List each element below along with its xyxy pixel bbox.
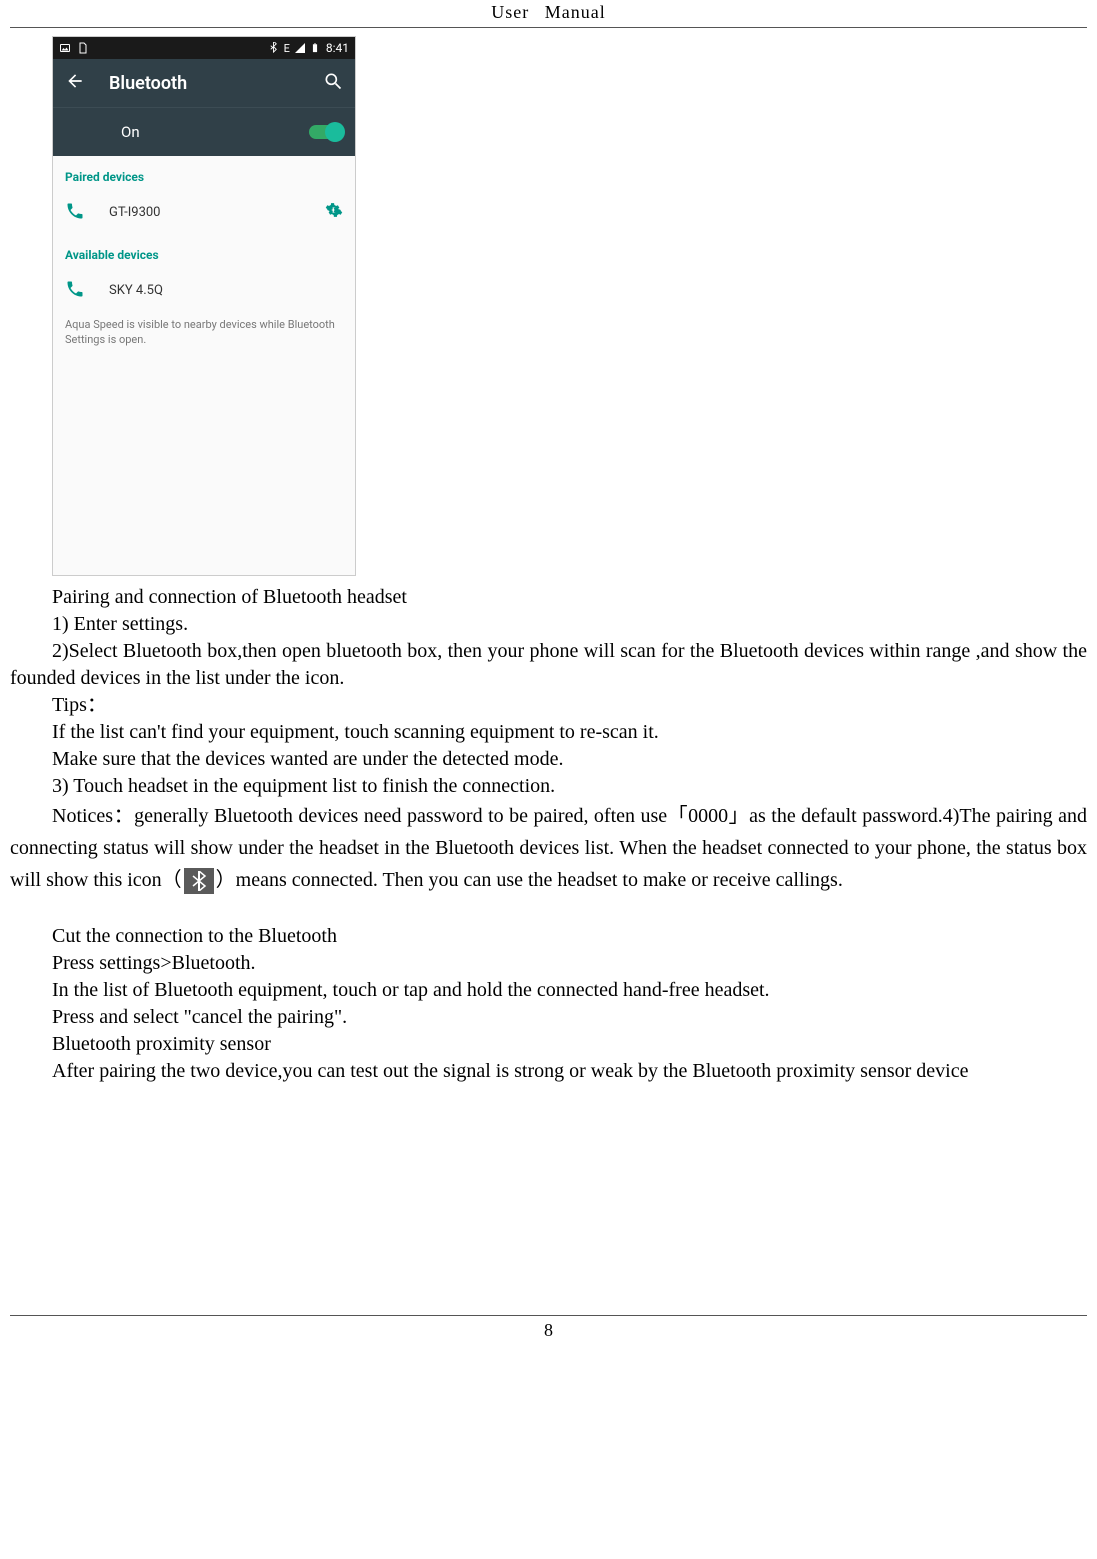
header-left: User	[491, 2, 529, 22]
page-header: User Manual	[10, 0, 1087, 28]
bluetooth-on-row[interactable]: On	[53, 107, 355, 156]
paragraph: Tips：	[10, 692, 1087, 719]
paragraph: 2)Select Bluetooth box,then open bluetoo…	[10, 638, 1087, 692]
paragraph: After pairing the two device,you can tes…	[10, 1058, 1087, 1085]
screen-title: Bluetooth	[109, 73, 323, 94]
gear-icon[interactable]	[325, 201, 343, 223]
body-text: Pairing and connection of Bluetooth head…	[10, 580, 1087, 1085]
device-name: SKY 4.5Q	[109, 283, 343, 298]
paired-devices-header: Paired devices	[53, 156, 355, 190]
available-device-row[interactable]: SKY 4.5Q	[53, 268, 355, 312]
paragraph: If the list can't find your equipment, t…	[10, 719, 1087, 746]
phone-icon	[65, 279, 87, 301]
app-bar: Bluetooth	[53, 59, 355, 107]
clock: 8:41	[326, 41, 349, 55]
search-icon[interactable]	[323, 71, 343, 96]
status-bar: E 8:41	[53, 37, 355, 59]
available-devices-header: Available devices	[53, 234, 355, 268]
page-footer: 8	[10, 1315, 1087, 1341]
bluetooth-icon	[268, 42, 280, 54]
screenshot-bluetooth-settings: E 8:41 Bluetooth On Paired dev	[52, 36, 356, 576]
device-name: GT-I9300	[109, 205, 325, 220]
battery-icon	[310, 42, 322, 54]
paragraph: 1) Enter settings.	[10, 611, 1087, 638]
bluetooth-toggle[interactable]	[309, 125, 343, 139]
paragraph	[10, 896, 1087, 923]
paragraph: 3) Touch headset in the equipment list t…	[10, 773, 1087, 800]
paragraph: Bluetooth proximity sensor	[10, 1031, 1087, 1058]
paragraph: Press and select "cancel the pairing".	[10, 1004, 1087, 1031]
page-number: 8	[544, 1320, 553, 1340]
paragraph: Make sure that the devices wanted are un…	[10, 746, 1087, 773]
header-right: Manual	[545, 2, 606, 22]
image-icon	[59, 42, 71, 54]
network-type: E	[284, 42, 290, 55]
paragraph: In the list of Bluetooth equipment, touc…	[10, 977, 1087, 1004]
phone-icon	[65, 201, 87, 223]
signal-icon	[294, 42, 306, 54]
paragraph: Notices：generally Bluetooth devices need…	[10, 800, 1087, 896]
paragraph: Pairing and connection of Bluetooth head…	[10, 584, 1087, 611]
paired-device-row[interactable]: GT-I9300	[53, 190, 355, 234]
back-arrow-icon[interactable]	[65, 71, 85, 96]
bluetooth-status-icon	[184, 868, 214, 894]
sim-icon	[77, 42, 89, 54]
paragraph: Press settings>Bluetooth.	[10, 950, 1087, 977]
on-label: On	[121, 123, 309, 141]
visibility-note: Aqua Speed is visible to nearby devices …	[53, 312, 355, 348]
paragraph: Cut the connection to the Bluetooth	[10, 923, 1087, 950]
